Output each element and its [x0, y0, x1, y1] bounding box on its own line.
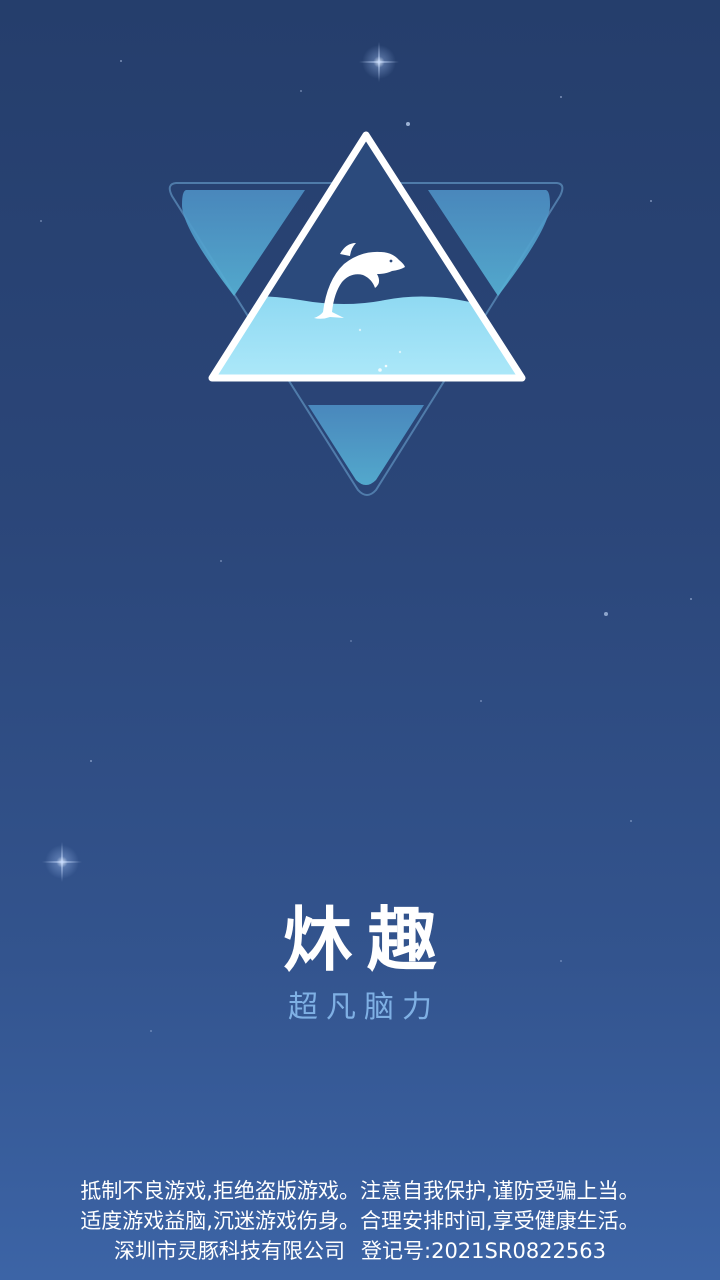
notice-line-2: 适度游戏益脑,沉迷游戏伤身。合理安排时间,享受健康生活。 [80, 1209, 640, 1233]
star [604, 612, 608, 616]
star [690, 598, 692, 600]
star [40, 220, 42, 222]
app-brand-name: 炑趣 [283, 898, 451, 981]
app-slogan: 超凡脑力 [288, 990, 440, 1025]
health-notice: 抵制不良游戏,拒绝盗版游戏。注意自我保护,谨防受骗上当。 适度游戏益脑,沉迷游戏… [0, 1176, 720, 1266]
star [150, 1030, 152, 1032]
notice-line-1: 抵制不良游戏,拒绝盗版游戏。注意自我保护,谨防受骗上当。 [80, 1179, 640, 1203]
dolphin-triangle-logo-icon [168, 131, 564, 496]
company-name: 深圳市灵豚科技有限公司 [114, 1239, 346, 1263]
star [220, 560, 222, 562]
registration-number: 登记号:2021SR0822563 [361, 1239, 606, 1263]
star [300, 90, 302, 92]
sparkle [359, 42, 399, 82]
sparkle [42, 842, 82, 882]
star [480, 700, 482, 702]
star [120, 60, 122, 62]
star [350, 640, 352, 642]
company-info: 深圳市灵豚科技有限公司 登记号:2021SR0822563 [0, 1236, 720, 1266]
star [650, 200, 652, 202]
star [90, 760, 92, 762]
star [630, 820, 632, 822]
star [560, 96, 562, 98]
